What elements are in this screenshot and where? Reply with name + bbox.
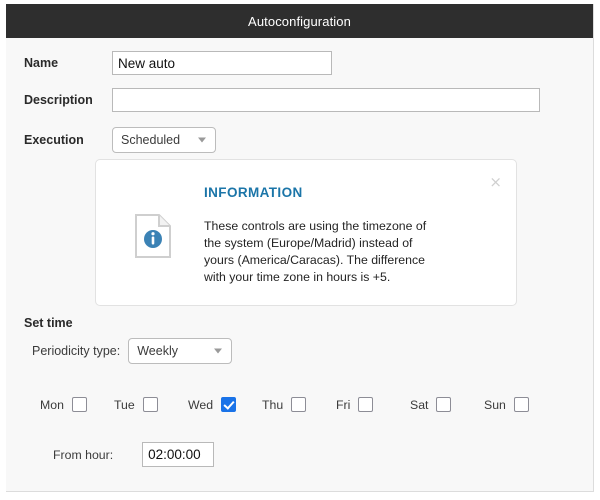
document-info-icon: [135, 214, 171, 258]
field-row-name: Name: [6, 51, 593, 75]
autoconfiguration-panel: Autoconfiguration Name Description Execu…: [6, 4, 594, 492]
description-input[interactable]: [112, 88, 540, 112]
weekday-label-sun: Sun: [484, 397, 506, 412]
periodicity-label: Periodicity type:: [32, 344, 121, 358]
information-panel-title: INFORMATION: [204, 185, 303, 200]
set-time-section-title: Set time: [24, 316, 73, 330]
from-hour-label: From hour:: [53, 447, 114, 462]
weekday-label-fri: Fri: [336, 397, 351, 412]
execution-select-value: Scheduled: [121, 133, 181, 147]
weekday-item: Tue: [114, 397, 188, 412]
field-row-execution: Execution Scheduled: [6, 127, 593, 153]
weekday-label-sat: Sat: [410, 397, 429, 412]
execution-label: Execution: [24, 133, 84, 147]
information-panel-message: These controls are using the timezone of…: [204, 219, 427, 284]
chevron-down-icon: [198, 137, 206, 143]
weekday-item: Sun: [484, 397, 558, 412]
information-panel: × INFORMATION These controls are using t…: [95, 159, 517, 306]
weekday-item: Wed: [188, 397, 262, 412]
chevron-down-icon: [214, 348, 223, 354]
weekday-item: Sat: [410, 397, 484, 412]
periodicity-row: Periodicity type: Weekly: [32, 338, 233, 364]
window-titlebar: Autoconfiguration: [6, 4, 593, 38]
from-hour-row: From hour:: [53, 442, 215, 467]
name-label: Name: [24, 56, 59, 70]
close-icon[interactable]: ×: [489, 175, 502, 190]
weekday-label-wed: Wed: [188, 397, 214, 412]
weekday-checkbox-sat[interactable]: [436, 397, 452, 412]
periodicity-select-value: Weekly: [137, 344, 178, 358]
periodicity-select[interactable]: Weekly: [128, 338, 233, 364]
weekday-label-tue: Tue: [114, 397, 135, 412]
weekday-checkbox-wed[interactable]: [221, 397, 237, 412]
weekday-checkbox-sun[interactable]: [513, 397, 529, 412]
weekday-item: Fri: [336, 397, 410, 412]
description-label: Description: [24, 93, 93, 107]
weekday-label-mon: Mon: [40, 397, 64, 412]
weekday-label-thu: Thu: [262, 397, 284, 412]
from-hour-input[interactable]: [142, 442, 215, 467]
weekday-item: Mon: [40, 397, 114, 412]
weekday-checkbox-fri[interactable]: [358, 397, 374, 412]
name-input[interactable]: [112, 51, 332, 75]
form-area: Name Description Execution Scheduled: [6, 51, 593, 153]
weekday-checkbox-group: Mon Tue Wed Thu Fri Sat Sun: [40, 397, 560, 412]
weekday-checkbox-thu[interactable]: [291, 397, 307, 412]
weekday-checkbox-mon[interactable]: [71, 397, 87, 412]
field-row-description: Description: [6, 88, 593, 112]
weekday-checkbox-tue[interactable]: [142, 397, 158, 412]
page-title: Autoconfiguration: [248, 13, 351, 29]
weekday-item: Thu: [262, 397, 336, 412]
execution-select[interactable]: Scheduled: [112, 127, 216, 153]
